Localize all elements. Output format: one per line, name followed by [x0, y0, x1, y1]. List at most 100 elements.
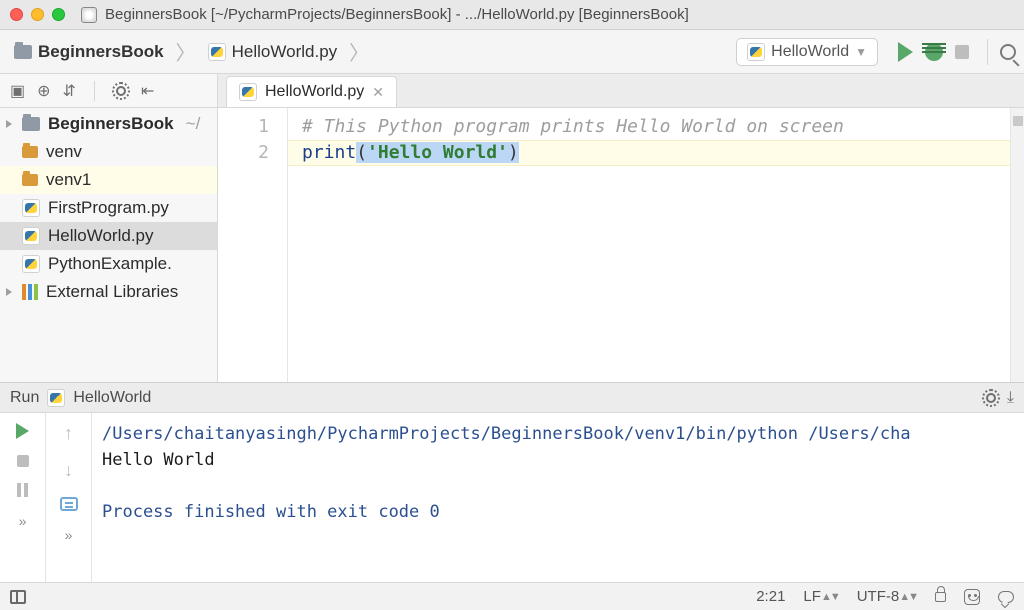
breadcrumb: BeginnersBook 〉 HelloWorld.py 〉	[8, 37, 730, 66]
project-toolbar: ▣ ⊕ ⇵ ⇤	[0, 74, 217, 108]
tree-item-label: venv1	[46, 170, 91, 190]
line-number: 1	[218, 114, 269, 140]
breadcrumb-project-label: BeginnersBook	[38, 42, 164, 62]
run-title-prefix: Run	[10, 389, 39, 407]
python-file-icon	[239, 83, 257, 101]
code-comment: # This Python program prints Hello World…	[302, 116, 844, 137]
main-area: ▣ ⊕ ⇵ ⇤ BeginnersBook ~/ venv venv1	[0, 74, 1024, 382]
app-icon	[81, 7, 97, 23]
hide-icon[interactable]: ⇤	[141, 81, 154, 101]
feedback-icon[interactable]	[998, 591, 1014, 603]
chevron-right-icon: 〉	[349, 37, 369, 66]
close-window-icon[interactable]	[10, 8, 23, 21]
window-controls	[10, 8, 65, 21]
python-file-icon	[22, 199, 40, 217]
editor-tab[interactable]: HelloWorld.py ✕	[226, 76, 397, 107]
tree-item-label: HelloWorld.py	[48, 226, 154, 246]
tree-external-libraries[interactable]: External Libraries	[0, 278, 217, 306]
tree-item-label: FirstProgram.py	[48, 198, 169, 218]
editor-pane: HelloWorld.py ✕ 1 2 # This Python progra…	[218, 74, 1024, 382]
python-file-icon	[22, 255, 40, 273]
expand-all-icon[interactable]: ⊕	[37, 81, 50, 101]
run-button[interactable]	[898, 42, 913, 62]
run-settings-icon[interactable]	[983, 390, 999, 406]
code-editor[interactable]: 1 2 # This Python program prints Hello W…	[218, 108, 1024, 382]
chevron-right-icon: 〉	[176, 37, 196, 66]
python-file-icon	[22, 227, 40, 245]
line-separator[interactable]: LF▲▼	[803, 588, 838, 605]
tree-root-label: BeginnersBook	[48, 114, 174, 134]
pause-button[interactable]	[17, 483, 28, 497]
debug-button[interactable]	[925, 43, 943, 61]
inspections-indicator-icon[interactable]	[964, 589, 980, 605]
python-icon	[747, 43, 765, 61]
status-bar: 2:21 LF▲▼ UTF-8▲▼	[0, 582, 1024, 610]
tree-item-file[interactable]: FirstProgram.py	[0, 194, 217, 222]
code-content[interactable]: # This Python program prints Hello World…	[288, 108, 1010, 382]
module-icon	[22, 117, 40, 131]
run-config-selector[interactable]: HelloWorld ▼	[736, 38, 878, 66]
console-exit-message: Process finished with exit code 0	[102, 502, 440, 522]
more-icon[interactable]: »	[19, 513, 27, 529]
editor-marker-bar[interactable]	[1010, 108, 1024, 382]
tree-item-label: External Libraries	[46, 282, 178, 302]
tree-root[interactable]: BeginnersBook ~/	[0, 110, 217, 138]
tree-item-label: PythonExample.	[48, 254, 172, 274]
settings-icon[interactable]	[113, 83, 129, 99]
window-title: BeginnersBook [~/PycharmProjects/Beginne…	[105, 6, 689, 23]
project-tree[interactable]: BeginnersBook ~/ venv venv1 FirstProgram…	[0, 108, 217, 308]
down-stack-icon[interactable]: ↓	[64, 460, 73, 481]
run-title-config: HelloWorld	[73, 389, 151, 407]
tree-item-dir[interactable]: venv	[0, 138, 217, 166]
inspection-marker-icon[interactable]	[1013, 116, 1023, 126]
dropdown-caret-icon: ▼	[855, 45, 867, 59]
code-paren: (	[356, 142, 367, 163]
more-icon[interactable]: »	[65, 527, 73, 543]
tree-item-file[interactable]: PythonExample.	[0, 250, 217, 278]
python-file-icon	[208, 43, 226, 61]
console-command: /Users/chaitanyasingh/PycharmProjects/Be…	[102, 424, 911, 444]
run-body: » ↑ ↓ » /Users/chaitanyasingh/PycharmPro…	[0, 413, 1024, 582]
minimize-window-icon[interactable]	[31, 8, 44, 21]
toolbar-divider	[987, 39, 988, 65]
rerun-button[interactable]	[16, 423, 29, 439]
scroll-from-source-icon[interactable]: ▣	[10, 81, 25, 101]
code-builtin: print	[302, 142, 356, 163]
breadcrumb-file-label: HelloWorld.py	[232, 42, 338, 62]
search-everywhere-icon[interactable]	[1000, 44, 1016, 60]
libraries-icon	[22, 284, 26, 300]
tree-item-label: venv	[46, 142, 82, 162]
cursor-position[interactable]: 2:21	[756, 588, 785, 605]
tree-item-dir[interactable]: venv1	[0, 166, 217, 194]
soft-wrap-icon[interactable]	[60, 497, 78, 511]
toolbar-divider	[94, 81, 95, 101]
readonly-lock-icon[interactable]	[935, 592, 946, 602]
title-bar: BeginnersBook [~/PycharmProjects/Beginne…	[0, 0, 1024, 30]
run-toolbar	[898, 42, 969, 62]
editor-tab-label: HelloWorld.py	[265, 83, 364, 101]
stop-button[interactable]	[955, 45, 969, 59]
run-config-label: HelloWorld	[771, 43, 849, 61]
file-encoding[interactable]: UTF-8▲▼	[857, 588, 917, 605]
zoom-window-icon[interactable]	[52, 8, 65, 21]
close-tab-icon[interactable]: ✕	[372, 84, 384, 101]
run-header: Run HelloWorld ⤓	[0, 383, 1024, 413]
breadcrumb-file[interactable]: HelloWorld.py	[202, 38, 344, 66]
export-icon[interactable]: ⤓	[1007, 389, 1014, 407]
editor-gutter[interactable]: 1 2	[218, 108, 288, 382]
run-console[interactable]: /Users/chaitanyasingh/PycharmProjects/Be…	[92, 413, 1024, 582]
breadcrumb-project[interactable]: BeginnersBook	[8, 38, 170, 66]
stop-run-button[interactable]	[17, 455, 29, 467]
collapse-all-icon[interactable]: ⇵	[63, 81, 76, 101]
expand-toggle-icon[interactable]	[6, 288, 14, 296]
navigation-bar: BeginnersBook 〉 HelloWorld.py 〉 HelloWor…	[0, 30, 1024, 74]
tree-item-file-selected[interactable]: HelloWorld.py	[0, 222, 217, 250]
run-side-controls: »	[0, 413, 46, 582]
tree-root-path: ~/	[186, 114, 201, 134]
line-number: 2	[218, 140, 269, 166]
python-icon	[47, 389, 65, 407]
up-stack-icon[interactable]: ↑	[64, 423, 73, 444]
tool-windows-icon[interactable]	[10, 590, 26, 604]
run-tool-window: Run HelloWorld ⤓ » ↑ ↓ » /Users/chaitany…	[0, 382, 1024, 582]
expand-toggle-icon[interactable]	[6, 120, 14, 128]
